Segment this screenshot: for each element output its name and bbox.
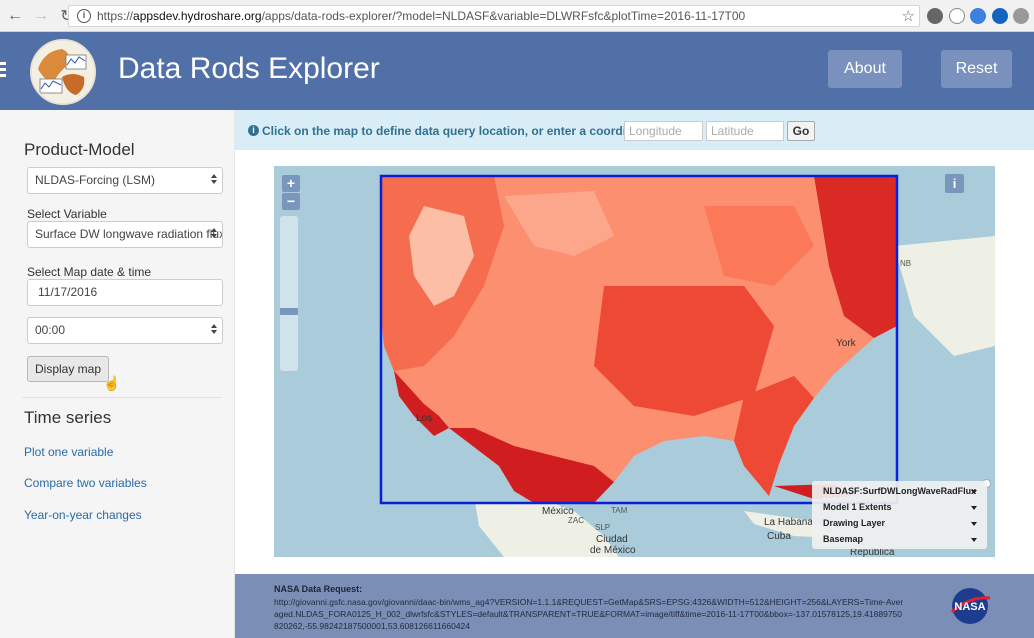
go-button[interactable]: Go bbox=[787, 121, 815, 141]
back-arrow-icon[interactable]: ← bbox=[4, 5, 26, 27]
map-place-label: Ciudad bbox=[596, 534, 628, 545]
time-select-value: 00:00 bbox=[35, 323, 66, 337]
time-series-heading: Time series bbox=[24, 408, 112, 427]
map-view[interactable]: + − i York Los México Ciudad de México L… bbox=[274, 166, 995, 557]
app-header: Data Rods Explorer About Reset bbox=[0, 32, 1034, 110]
layer-switcher: NLDASF:SurfDWLongWaveRadFlux Model 1 Ext… bbox=[812, 481, 987, 549]
zoom-in-button[interactable]: + bbox=[282, 175, 300, 192]
info-icon: i bbox=[248, 125, 259, 136]
display-map-button[interactable]: Display map bbox=[27, 356, 109, 382]
address-bar[interactable]: i https://appsdev.hydroshare.org/apps/da… bbox=[68, 5, 920, 27]
variable-label: Select Variable bbox=[27, 207, 107, 221]
variable-select[interactable]: Surface DW longwave radiation flux bbox=[27, 221, 223, 248]
svg-text:NASA: NASA bbox=[954, 601, 985, 613]
bookmark-star-icon[interactable]: ☆ bbox=[902, 7, 915, 25]
caret-down-icon bbox=[971, 522, 977, 526]
zoom-slider-handle[interactable] bbox=[280, 308, 298, 315]
sidebar: Product-Model NLDAS-Forcing (LSM) Select… bbox=[0, 110, 235, 638]
about-button[interactable]: About bbox=[828, 50, 902, 88]
map-place-label: ZAC bbox=[568, 516, 584, 525]
map-place-label: de México bbox=[590, 545, 636, 556]
extension-icon[interactable] bbox=[970, 8, 986, 24]
zoom-out-button[interactable]: − bbox=[282, 193, 300, 210]
url-text: https://appsdev.hydroshare.org/apps/data… bbox=[97, 9, 746, 23]
footer-title: NASA Data Request: bbox=[274, 584, 363, 594]
layer-item[interactable]: NLDASF:SurfDWLongWaveRadFlux bbox=[823, 486, 983, 500]
caret-down-icon bbox=[971, 506, 977, 510]
map-place-label: TAM bbox=[611, 506, 628, 515]
extension-icon[interactable] bbox=[949, 8, 965, 24]
select-arrows-icon bbox=[211, 324, 218, 336]
compare-two-variables-link[interactable]: Compare two variables bbox=[24, 476, 147, 490]
extension-icon[interactable] bbox=[927, 8, 943, 24]
query-instruction: Click on the map to define data query lo… bbox=[262, 124, 655, 138]
extension-icon[interactable] bbox=[1013, 8, 1029, 24]
year-on-year-link[interactable]: Year-on-year changes bbox=[24, 508, 142, 522]
date-input[interactable]: 11/17/2016 bbox=[27, 279, 223, 306]
map-info-button[interactable]: i bbox=[945, 174, 964, 193]
select-arrows-icon bbox=[211, 174, 218, 186]
menu-icon[interactable] bbox=[0, 62, 6, 80]
select-arrows-icon bbox=[211, 228, 218, 240]
zoom-slider[interactable] bbox=[280, 216, 298, 371]
model-select-value: NLDAS-Forcing (LSM) bbox=[35, 173, 156, 187]
time-select[interactable]: 00:00 bbox=[27, 317, 223, 344]
browser-toolbar: ← → ↻ i https://appsdev.hydroshare.org/a… bbox=[0, 0, 1034, 32]
extension-icon[interactable] bbox=[992, 8, 1008, 24]
longitude-input[interactable]: Longitude bbox=[624, 121, 703, 141]
map-place-label: Los bbox=[416, 413, 433, 424]
map-place-label: York bbox=[836, 338, 856, 349]
plot-one-variable-link[interactable]: Plot one variable bbox=[24, 445, 113, 459]
nasa-logo: NASA bbox=[948, 586, 992, 626]
product-model-heading: Product-Model bbox=[24, 140, 135, 159]
variable-select-value: Surface DW longwave radiation flux bbox=[35, 227, 223, 241]
map-place-label: La Habana bbox=[764, 517, 813, 528]
caret-down-icon bbox=[971, 538, 977, 542]
app-title: Data Rods Explorer bbox=[118, 52, 380, 85]
layer-item[interactable]: Basemap bbox=[823, 534, 983, 548]
hand-cursor-icon: ☝ bbox=[103, 375, 121, 391]
site-info-icon[interactable]: i bbox=[77, 9, 91, 23]
date-label: Select Map date & time bbox=[27, 265, 152, 279]
nasa-request-url: http://giovanni.gsfc.nasa.gov/giovanni/d… bbox=[274, 597, 904, 631]
map-place-label: SLP bbox=[595, 523, 611, 532]
reset-button[interactable]: Reset bbox=[941, 50, 1012, 88]
layer-item[interactable]: Model 1 Extents bbox=[823, 502, 983, 516]
map-place-label: Cuba bbox=[767, 531, 791, 542]
app-logo bbox=[30, 39, 96, 105]
caret-down-icon bbox=[971, 490, 977, 494]
layer-item[interactable]: Drawing Layer bbox=[823, 518, 983, 532]
query-info-bar: i Click on the map to define data query … bbox=[235, 110, 1034, 150]
divider bbox=[22, 397, 222, 398]
model-select[interactable]: NLDAS-Forcing (LSM) bbox=[27, 167, 223, 194]
nasa-request-footer: NASA Data Request: http://giovanni.gsfc.… bbox=[235, 574, 1034, 638]
latitude-input[interactable]: Latitude bbox=[706, 121, 784, 141]
map-place-label: NB bbox=[900, 259, 912, 268]
forward-arrow-icon[interactable]: → bbox=[30, 5, 52, 27]
